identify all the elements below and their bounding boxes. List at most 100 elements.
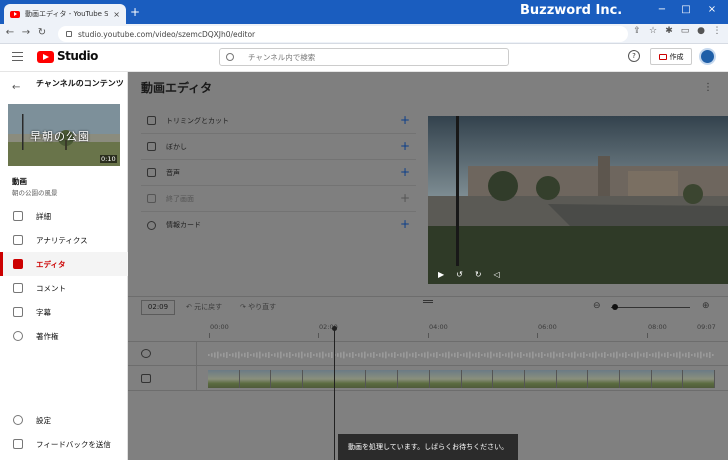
waveform-bar	[481, 354, 483, 356]
back-to-content-icon[interactable]: ←	[12, 82, 20, 93]
film-frame	[429, 370, 462, 388]
waveform-bar	[247, 352, 249, 358]
rewind-icon[interactable]: ↺	[456, 270, 463, 279]
waveform-bar	[490, 351, 492, 359]
waveform-bar	[415, 352, 417, 358]
sidebar-item-analytics[interactable]: アナリティクス	[0, 228, 128, 252]
sidebar-item-label: 著作権	[36, 331, 59, 341]
sidebar-item-subtitles[interactable]: 字幕	[0, 300, 128, 324]
waveform-bar	[463, 353, 465, 357]
zoom-out-icon[interactable]: ⊖	[593, 301, 601, 311]
add-icon[interactable]: +	[400, 139, 410, 153]
help-icon[interactable]: ?	[628, 50, 640, 62]
waveform-bar	[364, 351, 366, 359]
waveform-bar	[514, 353, 516, 357]
more-options-icon[interactable]: ⋮	[703, 82, 713, 93]
undo-icon: ↶	[186, 303, 195, 311]
volume-icon[interactable]: ◁	[494, 270, 500, 279]
browser-menu-icon[interactable]: ⋮	[710, 26, 724, 36]
waveform-bar	[304, 353, 306, 357]
account-avatar[interactable]	[699, 48, 716, 65]
reload-icon[interactable]: ↻	[36, 27, 48, 38]
playhead[interactable]	[334, 328, 335, 460]
undo-button[interactable]: ↶ 元に戻す	[186, 302, 222, 312]
waveform-bar	[316, 353, 318, 357]
waveform-bar	[616, 351, 618, 359]
sidebar-item-editor[interactable]: エディタ	[0, 252, 128, 276]
waveform-bar	[292, 354, 294, 356]
waveform-bar	[667, 352, 669, 358]
zoom-in-icon[interactable]: ⊕	[702, 301, 710, 311]
playhead-handle[interactable]	[332, 326, 337, 331]
tool-blur[interactable]: ぼかし +	[141, 134, 416, 160]
create-button[interactable]: 作成	[650, 48, 692, 65]
profile-icon[interactable]: ●	[694, 26, 708, 36]
play-icon[interactable]: ▶	[438, 270, 444, 279]
youtube-logo-icon[interactable]	[37, 51, 54, 63]
url-bar[interactable]: studio.youtube.com/video/szemcDQXJh0/edi…	[58, 26, 628, 42]
waveform-bar	[223, 352, 225, 358]
waveform-bar	[589, 353, 591, 357]
pencil-icon	[13, 211, 23, 221]
sidebar-item-copyright[interactable]: 著作権	[0, 324, 128, 348]
tab-close-icon[interactable]: ×	[113, 10, 120, 19]
audio-waveform	[208, 351, 714, 359]
window-close-button[interactable]: ×	[704, 4, 720, 15]
video-preview[interactable]	[428, 116, 728, 284]
copyright-icon	[13, 331, 23, 341]
back-arrow-icon[interactable]: ←	[4, 27, 16, 38]
redo-icon: ↷	[240, 303, 249, 311]
video-name: 朝の公園の風景	[12, 189, 58, 197]
waveform-bar	[232, 353, 234, 357]
waveform-bar	[604, 352, 606, 358]
add-icon[interactable]: +	[400, 217, 410, 231]
minimize-button[interactable]: −	[654, 4, 670, 15]
waveform-bar	[427, 351, 429, 359]
end-screen-icon	[147, 194, 156, 203]
resize-handle-icon[interactable]	[423, 300, 433, 303]
tool-info-cards[interactable]: 情報カード +	[141, 212, 416, 238]
redo-button[interactable]: ↷ やり直す	[240, 302, 276, 312]
sidebar-item-details[interactable]: 詳細	[0, 204, 128, 228]
channel-search-input[interactable]: チャンネル内で検索	[219, 48, 509, 66]
maximize-button[interactable]: □	[678, 4, 694, 15]
studio-logo-text[interactable]: Studio	[57, 49, 98, 63]
add-icon[interactable]: +	[400, 165, 410, 179]
sidebar-item-feedback[interactable]: フィードバックを送信	[0, 432, 128, 456]
extensions-icon[interactable]: ✱	[662, 26, 676, 36]
waveform-bar	[634, 352, 636, 358]
zoom-slider-knob[interactable]	[612, 304, 618, 310]
current-time-display[interactable]: 02:09	[141, 300, 175, 315]
tick-mark	[537, 333, 538, 338]
forward-arrow-icon[interactable]: →	[20, 27, 32, 38]
waveform-bar	[700, 351, 702, 359]
waveform-bar	[550, 352, 552, 358]
video-filmstrip[interactable]	[208, 370, 715, 388]
waveform-bar	[319, 352, 321, 358]
youtube-favicon-icon	[10, 10, 20, 18]
waveform-bar	[268, 352, 270, 358]
waveform-bar	[283, 353, 285, 357]
tool-audio[interactable]: 音声 +	[141, 160, 416, 186]
waveform-bar	[652, 353, 654, 357]
processing-toast: 動画を処理しています。しばらくお待ちください。	[338, 434, 518, 460]
share-icon[interactable]: ⇪	[630, 26, 644, 36]
add-icon[interactable]: +	[400, 113, 410, 127]
bookmark-star-icon[interactable]: ☆	[646, 26, 660, 36]
waveform-bar	[400, 353, 402, 357]
search-icon	[226, 53, 234, 61]
hamburger-menu-icon[interactable]	[12, 52, 23, 61]
tool-trim-cut[interactable]: トリミングとカット +	[141, 108, 416, 134]
waveform-bar	[628, 354, 630, 356]
browser-tab[interactable]: 動画エディタ - YouTube Studio ×	[4, 4, 126, 24]
waveform-bar	[478, 352, 480, 358]
new-tab-button[interactable]: +	[130, 5, 140, 19]
tab-title: 動画エディタ - YouTube Studio	[25, 10, 109, 18]
sidepanel-icon[interactable]: ▭	[678, 26, 692, 36]
sidebar-item-comments[interactable]: コメント	[0, 276, 128, 300]
add-icon: +	[399, 191, 410, 205]
zoom-slider[interactable]	[611, 307, 690, 308]
tool-label: 情報カード	[166, 221, 201, 229]
sidebar-item-settings[interactable]: 設定	[0, 408, 128, 432]
forward-icon[interactable]: ↻	[475, 270, 482, 279]
